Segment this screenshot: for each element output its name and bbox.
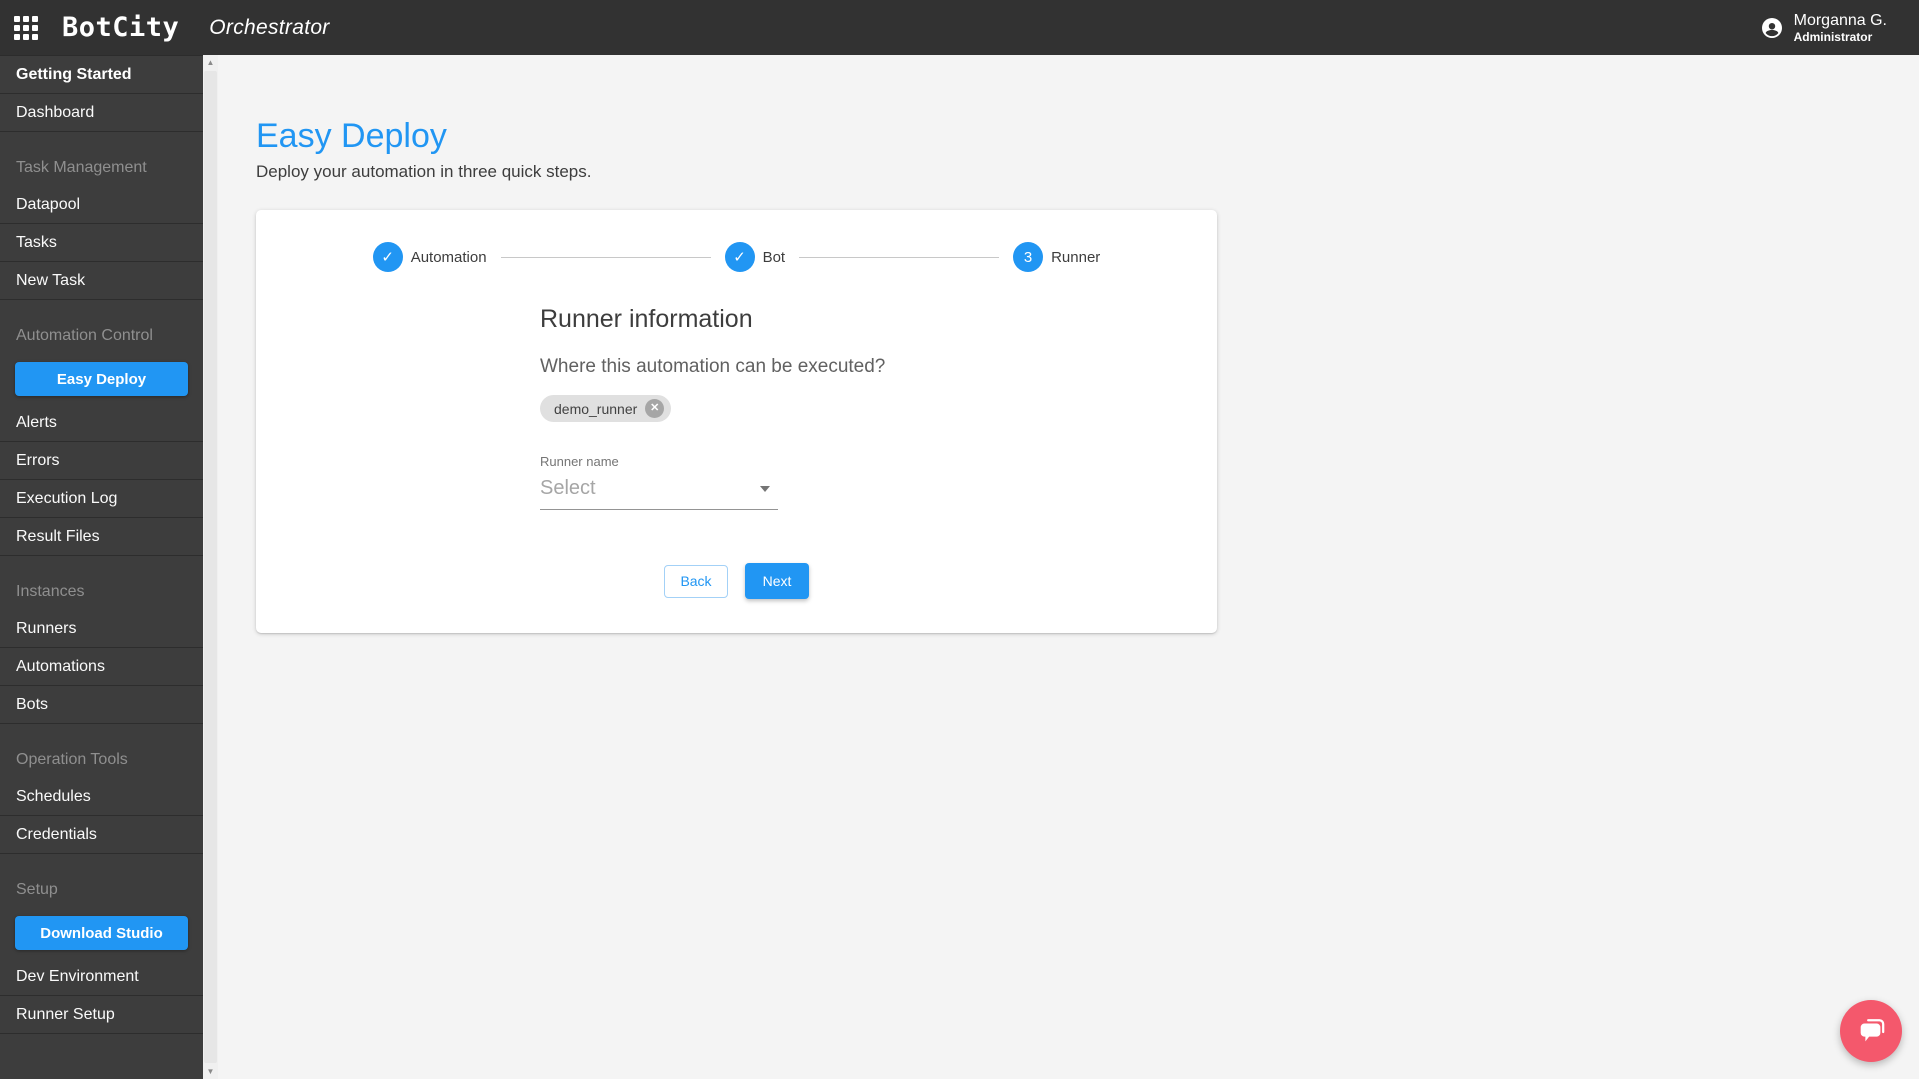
user-role: Administrator — [1793, 29, 1873, 44]
wizard-actions: Back Next — [256, 563, 1217, 599]
step-check-icon: ✓ — [724, 242, 755, 272]
sidebar-scrollbar[interactable]: ▲ ▼ — [203, 55, 218, 1079]
main-content: Easy Deploy Deploy your automation in th… — [218, 55, 1919, 1079]
wizard-card: ✓ Automation ✓ Bot 3 Runner Runner infor… — [256, 210, 1217, 633]
sidebar-header-setup: Setup — [16, 881, 58, 898]
step-label: Runner — [1051, 248, 1101, 266]
sidebar-item-errors[interactable]: Errors — [0, 442, 203, 480]
step-runner: 3 Runner — [1013, 242, 1100, 272]
scrollbar-thumb[interactable] — [204, 71, 217, 1063]
scroll-down-icon[interactable]: ▼ — [203, 1064, 218, 1079]
easy-deploy-button[interactable]: Easy Deploy — [15, 362, 188, 396]
sidebar-header-instances: Instances — [16, 583, 85, 600]
sidebar-header-operation-tools: Operation Tools — [16, 751, 128, 768]
page-title: Easy Deploy — [256, 117, 447, 155]
back-button[interactable]: Back — [664, 564, 728, 598]
user-name: Morganna G. — [1793, 11, 1887, 29]
step-bot: ✓ Bot — [724, 242, 786, 272]
step-number-badge: 3 — [1013, 242, 1044, 272]
sidebar-item-result-files[interactable]: Result Files — [0, 518, 203, 556]
step-check-icon: ✓ — [372, 242, 403, 272]
step-connector — [500, 256, 711, 258]
form-question: Where this automation can be executed? — [540, 356, 886, 377]
account-circle-icon — [1761, 17, 1782, 38]
page-subtitle: Deploy your automation in three quick st… — [256, 162, 592, 181]
sidebar-item-automations[interactable]: Automations — [0, 648, 203, 686]
select-label: Runner name — [540, 454, 619, 469]
sidebar-item-schedules[interactable]: Schedules — [0, 778, 203, 816]
apps-grid-icon[interactable] — [14, 15, 38, 40]
top-bar: BotCity Orchestrator Morganna G. Adminis… — [0, 0, 1919, 55]
sidebar-header-task-management: Task Management — [16, 159, 147, 176]
sidebar-item-getting-started[interactable]: Getting Started — [0, 56, 203, 94]
runner-name-field: Runner name Select — [540, 454, 778, 510]
sidebar-item-credentials[interactable]: Credentials — [0, 816, 203, 854]
user-menu[interactable]: Morganna G. Administrator — [1760, 0, 1887, 55]
sidebar-item-execution-log[interactable]: Execution Log — [0, 480, 203, 518]
sidebar-item-runners[interactable]: Runners — [0, 610, 203, 648]
runner-chip: demo_runner ✕ — [540, 395, 672, 422]
app-title: Orchestrator — [209, 15, 330, 39]
download-studio-button[interactable]: Download Studio — [15, 916, 188, 950]
select-placeholder: Select — [540, 477, 596, 499]
sidebar-item-datapool[interactable]: Datapool — [0, 186, 203, 224]
botcity-logo: BotCity — [62, 12, 180, 43]
sidebar-item-bots[interactable]: Bots — [0, 686, 203, 724]
sidebar-nav: Getting Started Dashboard Task Managemen… — [0, 55, 203, 1079]
scroll-up-icon[interactable]: ▲ — [203, 55, 218, 70]
sidebar-item-dashboard[interactable]: Dashboard — [0, 94, 203, 132]
chat-fab-button[interactable] — [1840, 1000, 1902, 1062]
next-button[interactable]: Next — [745, 563, 809, 599]
step-label: Bot — [762, 248, 786, 266]
step-automation: ✓ Automation — [372, 242, 487, 272]
chip-close-icon[interactable]: ✕ — [645, 399, 665, 418]
dropdown-arrow-icon — [760, 485, 770, 492]
sidebar-item-new-task[interactable]: New Task — [0, 262, 203, 300]
stepper: ✓ Automation ✓ Bot 3 Runner — [256, 242, 1217, 272]
sidebar-item-dev-environment[interactable]: Dev Environment — [0, 958, 203, 996]
sidebar-item-runner-setup[interactable]: Runner Setup — [0, 996, 203, 1034]
step-connector — [799, 256, 1000, 258]
sidebar-item-alerts[interactable]: Alerts — [0, 404, 203, 442]
form-heading: Runner information — [540, 305, 753, 333]
step-label: Automation — [410, 248, 487, 266]
sidebar-header-automation-control: Automation Control — [16, 327, 153, 344]
sidebar-item-tasks[interactable]: Tasks — [0, 224, 203, 262]
chip-label: demo_runner — [554, 400, 638, 417]
chat-bubble-icon — [1860, 1019, 1885, 1042]
runner-name-select[interactable]: Select — [540, 477, 778, 510]
